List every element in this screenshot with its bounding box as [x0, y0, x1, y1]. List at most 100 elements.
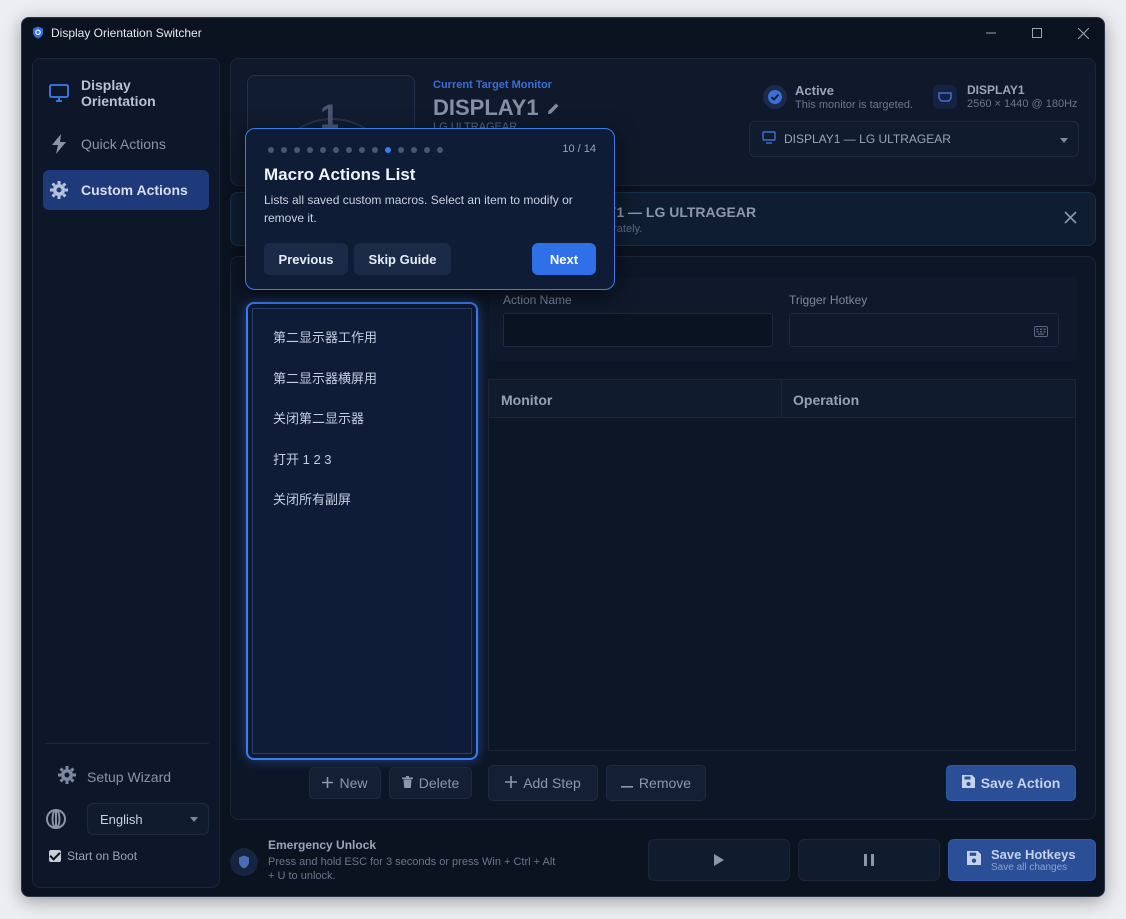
progress-dot	[320, 147, 326, 153]
pause-icon	[864, 854, 874, 866]
status-title: Active	[795, 83, 835, 98]
language-select[interactable]: English	[87, 803, 209, 835]
gear-icon	[57, 765, 77, 788]
guide-previous-button[interactable]: Previous	[264, 243, 348, 275]
progress-dot	[437, 147, 443, 153]
macro-list[interactable]: 第二显示器工作用 第二显示器横屏用 关闭第二显示器 打开 1 2 3 关闭所有副…	[252, 308, 472, 754]
monitor-select[interactable]: DISPLAY1 — LG ULTRAGEAR	[749, 121, 1079, 157]
save-hotkeys-button[interactable]: Save Hotkeys Save all changes	[948, 839, 1096, 881]
steps-table: Monitor Operation	[488, 379, 1076, 751]
setup-wizard-button[interactable]: Setup Wizard	[57, 765, 171, 788]
app-window: Display Orientation Switcher Display Ori…	[21, 17, 1105, 897]
emergency-title: Emergency Unlock	[268, 838, 377, 852]
action-name-input[interactable]	[503, 313, 773, 347]
remove-step-button[interactable]: Remove	[606, 765, 706, 801]
progress-dot	[333, 147, 339, 153]
window-title: Display Orientation Switcher	[51, 26, 202, 40]
save-disk-icon	[967, 850, 981, 870]
monitor-select-value: DISPLAY1 — LG ULTRAGEAR	[784, 132, 951, 146]
maximize-button[interactable]	[1014, 18, 1060, 48]
macro-list-highlight: 第二显示器工作用 第二显示器横屏用 关闭第二显示器 打开 1 2 3 关闭所有副…	[246, 302, 478, 760]
sidebar-item-label: Quick Actions	[81, 136, 166, 152]
guide-progress-dots	[268, 147, 450, 153]
add-step-button[interactable]: Add Step	[488, 765, 598, 801]
maximize-icon	[1032, 28, 1042, 38]
hdmi-port-icon	[933, 85, 957, 109]
current-target-label: Current Target Monitor	[433, 79, 552, 91]
play-icon	[714, 854, 724, 866]
sidebar-divider	[45, 743, 209, 744]
play-button[interactable]	[648, 839, 790, 881]
trigger-hotkey-input[interactable]	[789, 313, 1059, 347]
plus-icon	[322, 775, 334, 791]
progress-dot	[346, 147, 352, 153]
progress-dot	[398, 147, 404, 153]
progress-dot	[372, 147, 378, 153]
sidebar-item-display-orientation[interactable]: Display Orientation	[43, 73, 209, 113]
edit-pencil-icon[interactable]	[547, 95, 560, 121]
save-disk-icon	[961, 775, 975, 791]
minus-icon	[620, 775, 633, 791]
display-info: DISPLAY1 2560 × 1440 @ 180Hz	[933, 83, 1078, 110]
list-item[interactable]: 关闭第二显示器	[273, 408, 364, 427]
monitor-status: Active This monitor is targeted.	[763, 83, 913, 111]
display-name: DISPLAY1	[967, 83, 1025, 97]
save-action-label: Save Action	[980, 775, 1061, 791]
save-hotkeys-sub: Save all changes	[991, 862, 1068, 873]
bolt-icon	[49, 134, 69, 154]
progress-dot	[281, 147, 287, 153]
add-step-label: Add Step	[523, 775, 581, 791]
bottom-bar: Emergency Unlock Press and hold ESC for …	[230, 830, 1096, 888]
custom-actions-card: Custom Actions 第二显示器工作用 第二显示器横屏用 关闭第二显示器…	[230, 256, 1096, 820]
title-bar: Display Orientation Switcher	[22, 18, 1104, 48]
checkbox-checked-icon	[49, 850, 61, 862]
list-item[interactable]: 第二显示器工作用	[273, 327, 377, 346]
sidebar-item-custom-actions[interactable]: Custom Actions	[43, 170, 209, 210]
trigger-hotkey-label: Trigger Hotkey	[789, 293, 868, 307]
plus-icon	[505, 775, 518, 791]
column-divider	[781, 380, 782, 418]
pause-button[interactable]	[798, 839, 940, 881]
chevron-down-icon	[1060, 138, 1068, 143]
sidebar-item-label: Display Orientation	[81, 77, 156, 109]
close-banner-button[interactable]	[1064, 211, 1077, 229]
app-shield-icon	[33, 26, 43, 39]
start-on-boot-checkbox[interactable]: Start on Boot	[49, 849, 137, 863]
table-header: Monitor Operation	[489, 380, 1075, 418]
guide-skip-button[interactable]: Skip Guide	[354, 243, 451, 275]
chevron-down-icon	[190, 817, 198, 822]
status-desc: This monitor is targeted.	[795, 99, 913, 111]
list-item[interactable]: 关闭所有副屏	[273, 489, 351, 508]
column-monitor: Monitor	[501, 392, 553, 408]
list-item[interactable]: 打开 1 2 3	[273, 449, 332, 468]
language-value: English	[100, 811, 143, 827]
setup-wizard-label: Setup Wizard	[87, 768, 172, 785]
guide-description: Lists all saved custom macros. Select an…	[264, 193, 573, 225]
save-action-button[interactable]: Save Action	[946, 765, 1076, 801]
column-operation: Operation	[793, 392, 860, 408]
new-button[interactable]: New	[309, 767, 381, 799]
guide-title: Macro Actions List	[264, 165, 416, 184]
action-name-label: Action Name	[503, 293, 572, 307]
save-hotkeys-label: Save Hotkeys	[991, 847, 1076, 862]
sidebar: Display Orientation Quick Actions Custom…	[32, 58, 220, 888]
progress-dot-active	[385, 147, 391, 153]
guide-next-button[interactable]: Next	[532, 243, 596, 275]
progress-dot	[307, 147, 313, 153]
list-item[interactable]: 第二显示器横屏用	[273, 368, 377, 387]
minimize-icon	[986, 32, 996, 34]
check-circle-icon	[763, 85, 787, 109]
start-on-boot-label: Start on Boot	[67, 849, 138, 863]
remove-label: Remove	[638, 775, 692, 791]
monitor-name: DISPLAY1	[433, 95, 539, 120]
delete-label: Delete	[418, 775, 460, 791]
minimize-button[interactable]	[968, 18, 1014, 48]
sidebar-item-quick-actions[interactable]: Quick Actions	[43, 124, 209, 164]
delete-button[interactable]: Delete	[389, 767, 472, 799]
progress-dot	[411, 147, 417, 153]
progress-dot	[424, 147, 430, 153]
close-window-button[interactable]	[1060, 18, 1104, 48]
language-icon	[45, 808, 67, 835]
trash-icon	[401, 775, 413, 791]
close-icon	[1064, 211, 1077, 224]
